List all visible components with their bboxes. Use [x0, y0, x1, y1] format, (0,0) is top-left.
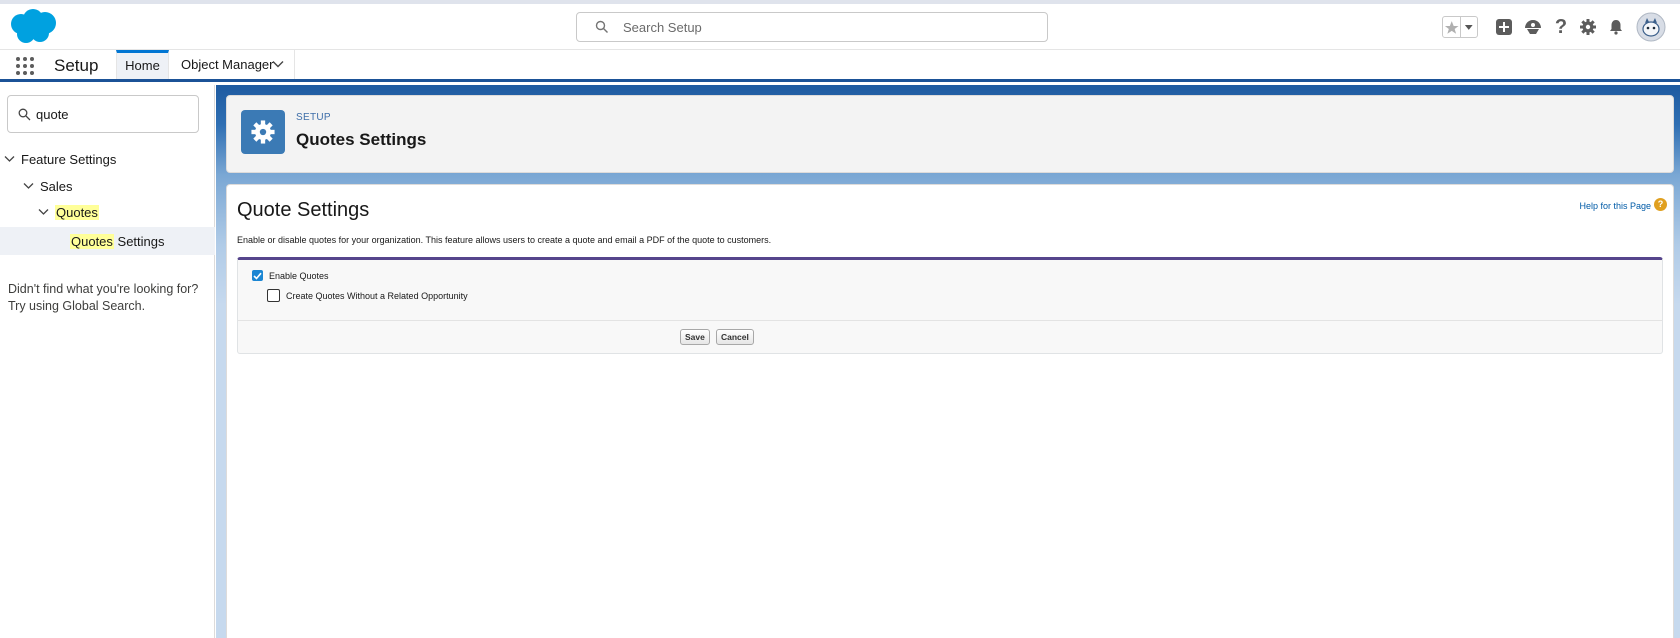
- button-row: Save Cancel: [238, 320, 1662, 354]
- chevron-down-icon: [38, 209, 49, 215]
- tree-item-label: Feature Settings: [21, 151, 117, 167]
- enable-quotes-label: Enable Quotes: [269, 270, 329, 281]
- user-avatar-button[interactable]: [1636, 12, 1666, 42]
- help-line-1: Didn't find what you're looking for?: [8, 282, 199, 296]
- help-button[interactable]: ?: [1552, 12, 1570, 42]
- checkmark-icon: [253, 272, 262, 280]
- help-icon: ?: [1554, 15, 1568, 38]
- section-description: Enable or disable quotes for your organi…: [237, 235, 772, 245]
- gear-icon: [251, 120, 275, 144]
- sidebar-help-text: Didn't find what you're looking for? Try…: [8, 281, 208, 315]
- without-opportunity-label: Create Quotes Without a Related Opportun…: [286, 290, 468, 301]
- tree-item-quotes[interactable]: Quotes: [38, 202, 99, 222]
- chevron-down-icon[interactable]: [272, 60, 284, 68]
- notifications-bell-icon: [1610, 20, 1622, 35]
- global-header: ?: [0, 0, 1680, 50]
- salesforce-logo[interactable]: [7, 8, 59, 46]
- notifications-button[interactable]: [1606, 12, 1626, 42]
- favorites-star-icon: [1444, 21, 1459, 34]
- enable-quotes-checkbox[interactable]: [252, 270, 263, 281]
- search-icon: [18, 108, 31, 121]
- search-icon: [595, 20, 608, 33]
- setup-gear-icon: [1580, 19, 1596, 35]
- context-bar: Setup Home Object Manager: [0, 50, 1680, 82]
- setup-page-icon: [241, 110, 285, 154]
- trailhead-button[interactable]: [1522, 12, 1544, 42]
- save-button[interactable]: Save: [680, 329, 710, 345]
- section-title: Quote Settings: [237, 199, 370, 221]
- settings-block: Enable Quotes Create Quotes Without a Re…: [237, 257, 1663, 354]
- chevron-down-icon: [4, 156, 15, 162]
- tab-home-label: Home: [125, 58, 160, 73]
- tree-item-sales[interactable]: Sales: [23, 176, 73, 196]
- setup-sidebar: Feature Settings Sales Quotes Quotes Set…: [0, 85, 215, 638]
- global-actions-icon: [1496, 19, 1512, 35]
- global-actions-button[interactable]: [1494, 12, 1514, 42]
- quick-find-box[interactable]: [7, 95, 199, 133]
- tree-item-quotes-settings-text: Quotes Settings: [70, 231, 165, 251]
- setup-gear-button[interactable]: [1578, 12, 1598, 42]
- tab-object-manager-label: Object Manager: [181, 57, 274, 72]
- help-line-2: Try using Global Search.: [8, 299, 146, 313]
- app-launcher-icon[interactable]: [14, 56, 36, 76]
- tree-item-label: Quotes: [55, 204, 99, 220]
- search-match-highlight: Quotes: [70, 233, 114, 249]
- quick-find-input[interactable]: [36, 102, 191, 126]
- tab-home[interactable]: Home: [116, 50, 169, 79]
- page-header: SETUP Quotes Settings: [226, 95, 1674, 173]
- content-card: Quote Settings Help for this Page ? Enab…: [226, 184, 1674, 638]
- page-eyebrow: SETUP: [296, 112, 331, 123]
- chevron-down-icon: [23, 183, 34, 189]
- help-question-icon[interactable]: ?: [1654, 198, 1667, 211]
- tree-item-label: Settings: [113, 233, 165, 249]
- app-name: Setup: [54, 56, 99, 75]
- enable-quotes-row: Enable Quotes: [252, 270, 329, 281]
- without-opportunity-row: Create Quotes Without a Related Opportun…: [267, 289, 468, 302]
- tab-object-manager[interactable]: Object Manager: [169, 50, 295, 79]
- trailhead-icon: [1525, 20, 1541, 34]
- avatar: [1636, 12, 1666, 42]
- setup-search-input[interactable]: [623, 14, 1033, 40]
- help-for-page-link[interactable]: Help for this Page: [1579, 201, 1651, 211]
- cancel-button[interactable]: Cancel: [716, 329, 754, 345]
- tree-item-feature-settings[interactable]: Feature Settings: [4, 149, 116, 169]
- favorites-button[interactable]: [1442, 12, 1478, 42]
- tree-item-quotes-settings[interactable]: Quotes Settings: [0, 227, 215, 255]
- without-opportunity-checkbox[interactable]: [267, 289, 280, 302]
- tree-item-label: Sales: [40, 178, 73, 194]
- setup-search-box[interactable]: [576, 12, 1048, 42]
- page-title: Quotes Settings: [296, 130, 427, 149]
- favorites-dropdown-icon: [1465, 25, 1474, 30]
